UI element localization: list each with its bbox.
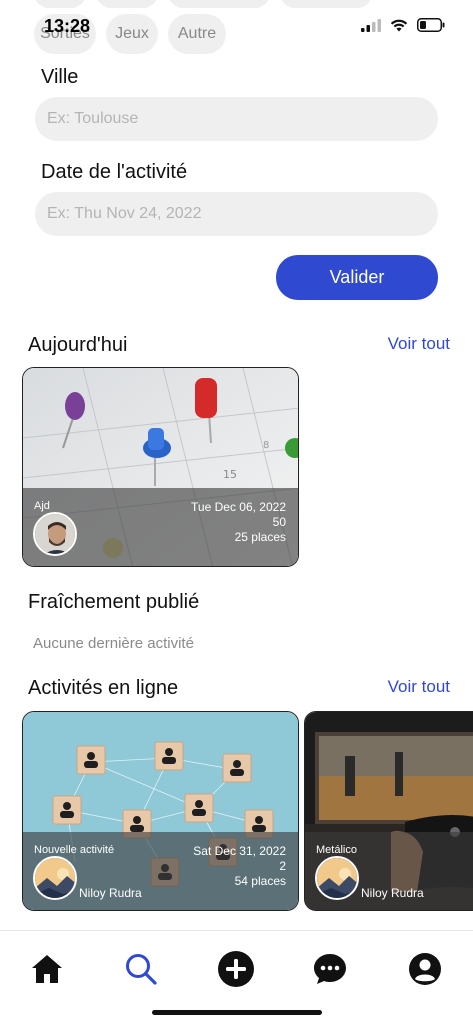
online-section-title: Activités en ligne — [28, 677, 179, 699]
avatar[interactable] — [33, 856, 77, 900]
avatar[interactable] — [33, 512, 77, 556]
recent-section-title: Fraîchement publié — [28, 591, 200, 613]
card-info-overlay: Ajd Tue Dec 06, 2022 50 25 places — [23, 488, 298, 566]
activity-card[interactable]: 15 8 Ajd Tue Dec 06, 2022 50 25 places — [22, 367, 299, 567]
landscape-avatar-image — [35, 858, 75, 898]
submit-button[interactable]: Valider — [276, 255, 438, 300]
tab-home[interactable] — [27, 949, 67, 989]
activity-card[interactable]: Metálico Niloy Rudra — [304, 711, 473, 911]
battery-icon — [417, 18, 445, 32]
status-icons — [361, 18, 445, 32]
card-user-name: Niloy Rudra — [79, 886, 142, 900]
tab-add[interactable] — [216, 949, 256, 989]
online-see-all-link[interactable]: Voir tout — [388, 677, 450, 697]
today-see-all-link[interactable]: Voir tout — [388, 334, 450, 354]
card-places: 25 places — [234, 530, 286, 544]
svg-text:15: 15 — [223, 468, 237, 481]
card-count: 2 — [279, 859, 286, 873]
card-info-overlay: Nouvelle activité Sat Dec 31, 2022 2 54 … — [23, 832, 298, 910]
card-date: Tue Dec 06, 2022 — [191, 500, 286, 514]
person-avatar-image — [35, 514, 75, 554]
tab-search[interactable] — [121, 949, 161, 989]
activity-card[interactable]: Nouvelle activité Sat Dec 31, 2022 2 54 … — [22, 711, 299, 911]
tab-chat[interactable] — [310, 949, 350, 989]
recent-empty-text: Aucune dernière activité — [33, 635, 194, 652]
home-indicator[interactable] — [152, 1010, 322, 1015]
today-section-title: Aujourd'hui — [28, 334, 128, 356]
landscape-avatar-image — [317, 858, 357, 898]
date-label: Date de l'activité — [41, 161, 188, 183]
card-author: Metálico — [316, 844, 357, 856]
status-bar: 13:28 — [0, 0, 473, 52]
status-time: 13:28 — [44, 16, 91, 36]
city-input[interactable] — [35, 97, 438, 141]
card-places: 54 places — [234, 874, 286, 888]
cellular-signal-icon — [361, 18, 381, 32]
wifi-icon — [390, 19, 408, 31]
home-icon — [32, 955, 62, 983]
card-count: 50 — [272, 515, 286, 529]
card-date: Sat Dec 31, 2022 — [193, 844, 286, 858]
svg-text:8: 8 — [263, 440, 269, 451]
avatar[interactable] — [315, 856, 359, 900]
card-author: Ajd — [34, 500, 50, 512]
card-info-overlay: Metálico Niloy Rudra — [305, 832, 473, 910]
search-icon — [126, 954, 157, 985]
tab-profile[interactable] — [405, 949, 445, 989]
chat-icon — [314, 954, 346, 984]
city-label: Ville — [41, 66, 79, 88]
add-icon — [218, 951, 254, 987]
profile-icon — [409, 953, 441, 985]
card-author: Nouvelle activité — [34, 844, 115, 856]
date-input[interactable] — [35, 192, 438, 236]
card-user-name: Niloy Rudra — [361, 886, 424, 900]
